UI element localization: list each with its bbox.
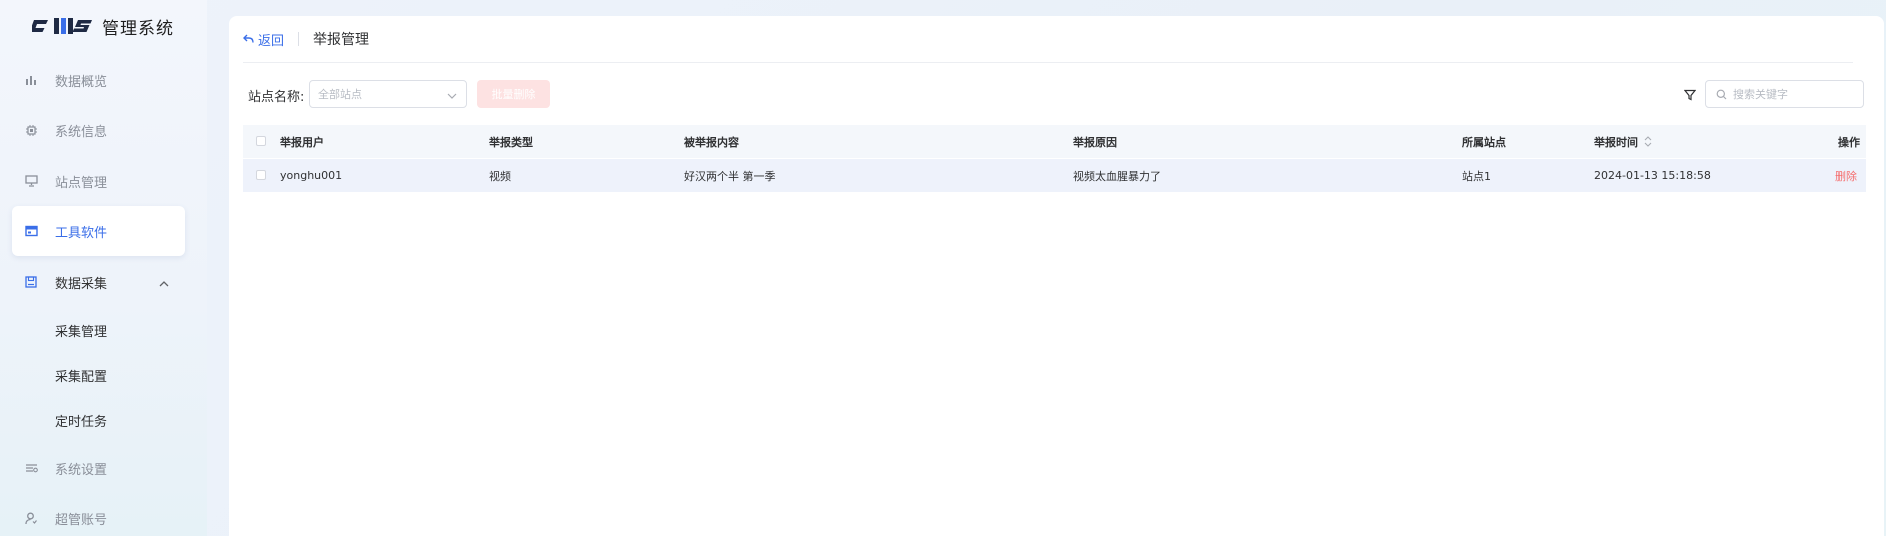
- sidebar-item-label: 站点管理: [55, 175, 108, 191]
- column-header-time[interactable]: 举报时间: [1594, 125, 1652, 158]
- sidebar-item-site-management[interactable]: 站点管理: [12, 156, 185, 206]
- bar-chart-icon: [24, 73, 38, 87]
- sidebar-item-tool-software[interactable]: 工具软件: [12, 206, 185, 256]
- select-all-checkbox[interactable]: [256, 136, 266, 146]
- main-panel: 返回 举报管理 站点名称: 全部站点 批量删除 搜索关键字 举报用户 举报类型 …: [229, 16, 1884, 536]
- page-title: 举报管理: [313, 32, 370, 48]
- window-icon: [24, 224, 38, 238]
- table-header-row: 举报用户 举报类型 被举报内容 举报原因 所属站点 举报时间 操作: [243, 125, 1866, 158]
- chevron-down-icon: [447, 90, 457, 103]
- cell-reason: 视频太血腥暴力了: [1073, 169, 1161, 183]
- sidebar-subitem-collection-config[interactable]: 采集配置: [55, 366, 107, 385]
- column-header-site: 所属站点: [1462, 135, 1506, 149]
- search-placeholder: 搜索关键字: [1733, 88, 1788, 101]
- app-title: 管理系统: [102, 18, 174, 39]
- cell-content: 好汉两个半 第一季: [684, 169, 776, 183]
- sidebar-item-label: 系统信息: [55, 124, 108, 140]
- search-icon: [1716, 89, 1727, 100]
- table-row: yonghu001 视频 好汉两个半 第一季 视频太血腥暴力了 站点1 2024…: [243, 159, 1866, 192]
- sidebar-item-data-overview[interactable]: 数据概览: [12, 55, 185, 105]
- sidebar-item-system-info[interactable]: 系统信息: [12, 105, 185, 155]
- logo: 管理系统: [32, 10, 174, 42]
- row-checkbox[interactable]: [256, 170, 266, 180]
- column-header-action: 操作: [1838, 135, 1860, 149]
- sidebar-item-system-settings[interactable]: 系统设置: [12, 443, 185, 493]
- sidebar-item-label: 工具软件: [55, 225, 108, 241]
- sidebar-item-super-admin[interactable]: 超管账号: [12, 493, 185, 536]
- report-table: 举报用户 举报类型 被举报内容 举报原因 所属站点 举报时间 操作 yonghu…: [243, 125, 1866, 192]
- chip-icon: [24, 123, 38, 137]
- site-select-placeholder: 全部站点: [318, 88, 362, 101]
- back-label: 返回: [258, 33, 285, 49]
- sort-icon[interactable]: [1644, 136, 1652, 147]
- sidebar-item-label: 数据采集: [55, 276, 108, 292]
- cell-time: 2024-01-13 15:18:58: [1594, 169, 1711, 182]
- column-header-time-label: 举报时间: [1594, 135, 1638, 149]
- back-arrow-icon: [243, 34, 254, 44]
- sidebar-item-label: 超管账号: [55, 512, 108, 528]
- cell-user: yonghu001: [280, 169, 343, 182]
- sidebar: 管理系统 数据概览 系统信息 站点管理 工具软件 数据采集 采集管理 采集配置 …: [0, 0, 207, 536]
- sidebar-item-data-collection[interactable]: 数据采集: [12, 257, 185, 307]
- back-button[interactable]: 返回: [243, 30, 284, 49]
- cell-site: 站点1: [1462, 169, 1491, 183]
- column-header-user: 举报用户: [280, 135, 324, 149]
- cms-logo-icon: [32, 15, 94, 37]
- sidebar-subitem-collection-management[interactable]: 采集管理: [55, 321, 107, 340]
- column-header-content: 被举报内容: [684, 135, 739, 149]
- sliders-icon: [24, 461, 38, 475]
- sidebar-item-label: 系统设置: [55, 462, 108, 478]
- site-select[interactable]: 全部站点: [309, 80, 467, 108]
- sidebar-item-label: 数据概览: [55, 74, 108, 90]
- cell-type: 视频: [489, 169, 511, 183]
- site-filter-label: 站点名称:: [248, 90, 305, 105]
- column-header-reason: 举报原因: [1073, 135, 1117, 149]
- batch-delete-button[interactable]: 批量删除: [477, 80, 550, 108]
- delete-link[interactable]: 删除: [1835, 159, 1857, 192]
- monitor-icon: [24, 174, 38, 188]
- search-input[interactable]: 搜索关键字: [1705, 80, 1864, 108]
- sidebar-subitem-scheduled-tasks[interactable]: 定时任务: [55, 411, 107, 430]
- column-header-type: 举报类型: [489, 135, 533, 149]
- save-icon: [24, 275, 38, 289]
- divider: [298, 32, 300, 46]
- page-header: 返回 举报管理: [243, 16, 1853, 63]
- chevron-up-icon[interactable]: [159, 276, 169, 291]
- user-icon: [24, 511, 38, 525]
- filter-icon[interactable]: [1683, 86, 1697, 105]
